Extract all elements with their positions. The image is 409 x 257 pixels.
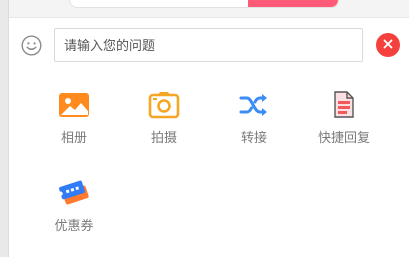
smiley-face-icon[interactable] xyxy=(21,35,42,56)
close-button[interactable] xyxy=(376,33,400,57)
tool-label: 优惠券 xyxy=(54,218,94,233)
tool-label: 快捷回复 xyxy=(317,130,370,145)
tool-label: 转接 xyxy=(240,130,267,145)
toolbox-grid: 相册 拍摄 转接 快捷回复 优惠券 xyxy=(9,88,409,248)
previous-message-accent xyxy=(248,0,338,7)
previous-message-strip xyxy=(9,0,409,18)
tool-camera[interactable]: 拍摄 xyxy=(124,88,204,152)
tool-label: 拍摄 xyxy=(150,130,177,145)
camera-icon xyxy=(147,88,181,122)
tool-photo-album[interactable]: 相册 xyxy=(34,88,114,152)
tool-transfer[interactable]: 转接 xyxy=(214,88,294,152)
tool-label: 相册 xyxy=(60,130,87,145)
photo-album-icon xyxy=(57,88,91,122)
shuffle-transfer-icon xyxy=(237,88,271,122)
chat-input-panel: 相册 拍摄 xyxy=(8,0,409,257)
tool-quick-reply[interactable]: 快捷回复 xyxy=(304,88,384,152)
input-row xyxy=(9,27,409,63)
quick-reply-document-icon xyxy=(327,88,361,122)
coupon-ticket-icon xyxy=(57,176,91,210)
close-icon xyxy=(383,36,393,54)
previous-message-card xyxy=(69,0,339,8)
question-input[interactable] xyxy=(54,28,363,62)
tool-coupon[interactable]: 优惠券 xyxy=(34,176,114,240)
